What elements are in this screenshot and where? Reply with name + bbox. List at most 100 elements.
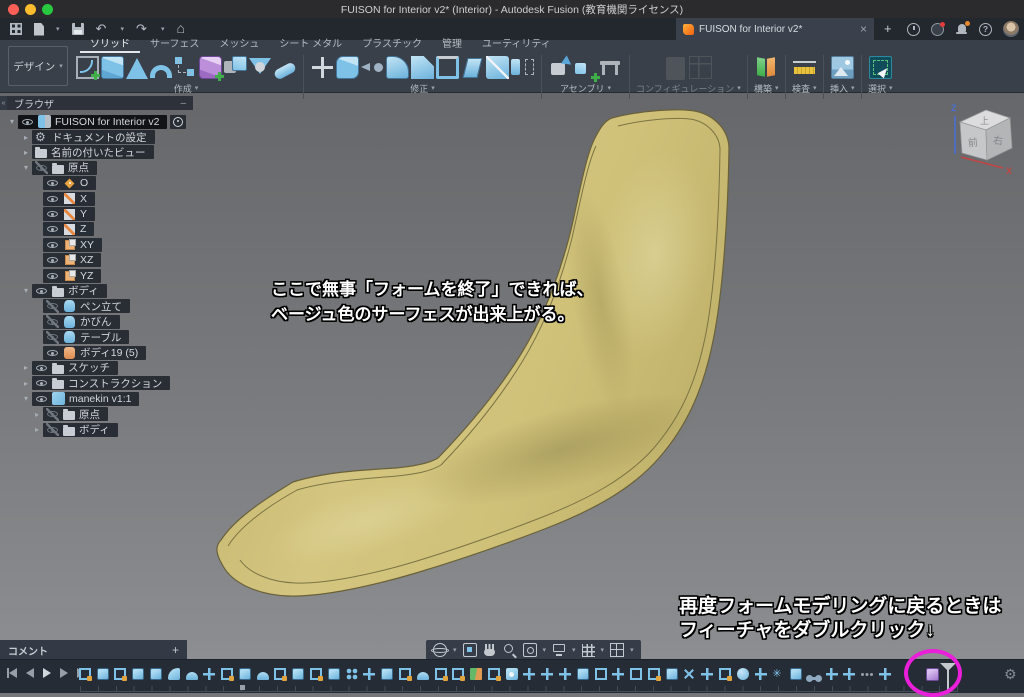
browser-item[interactable]: X <box>43 192 95 206</box>
redo-icon[interactable] <box>136 23 149 36</box>
timeline-feature-26-move-icon[interactable] <box>523 668 535 680</box>
workspace-selector[interactable]: デザイン ▾ <box>8 46 68 86</box>
eye-icon[interactable] <box>46 223 59 236</box>
pipe-icon[interactable] <box>273 61 297 80</box>
save-icon[interactable] <box>72 23 84 35</box>
construct-plane-icon[interactable] <box>755 56 778 79</box>
timeline-playhead[interactable] <box>940 663 956 692</box>
eye-icon[interactable] <box>46 238 59 251</box>
app-grid-icon[interactable] <box>10 23 22 35</box>
browser-item[interactable]: テーブル <box>43 330 129 344</box>
look-at-icon[interactable] <box>463 643 477 657</box>
activate-component-control[interactable] <box>170 115 186 129</box>
timeline-feature-10-body-icon[interactable] <box>239 668 251 680</box>
chevron-right-icon[interactable]: ▸ <box>20 379 32 388</box>
browser-item[interactable]: ドキュメントの設定 <box>32 130 155 144</box>
browser-item[interactable]: 原点 <box>43 407 108 421</box>
timeline-feature-32-frame-icon[interactable] <box>630 668 642 680</box>
eye-off-icon[interactable] <box>46 423 59 436</box>
chevron-down-icon[interactable]: ▾ <box>543 647 547 654</box>
viewport-3d[interactable]: Z X 上 前 右 ここで無事「フォームを終了」できれば、 ベージュ色のサーフェ… <box>0 92 1024 660</box>
group-dropdown-作成[interactable]: 作成▾ <box>174 82 199 95</box>
timeline-feature-3-sketch-icon[interactable] <box>114 668 126 680</box>
eye-icon[interactable] <box>35 377 48 390</box>
eye-icon[interactable] <box>35 284 48 297</box>
timeline-feature-45-dots-icon[interactable] <box>861 668 873 680</box>
browser-item[interactable]: XY <box>43 238 102 252</box>
timeline-ruler[interactable] <box>80 686 958 692</box>
extrude-icon[interactable] <box>101 56 124 79</box>
browser-item[interactable]: XZ <box>43 253 101 267</box>
eye-icon[interactable] <box>21 115 34 128</box>
timeline-feature-35-sparkle-icon[interactable] <box>681 666 698 683</box>
timeline-feature-23-planes-icon[interactable] <box>470 668 482 680</box>
browser-item[interactable]: ペン立て <box>43 299 130 313</box>
timeline-feature-44-move-icon[interactable] <box>843 668 855 680</box>
activate-radio-icon[interactable] <box>173 117 183 127</box>
press-pull-icon[interactable] <box>336 56 359 79</box>
hole-icon[interactable] <box>249 56 272 79</box>
tab-close-button[interactable]: × <box>860 23 867 35</box>
timeline-feature-46-move-icon[interactable] <box>879 668 891 680</box>
browser-item[interactable]: FUISON for Interior v2 <box>18 115 167 129</box>
timeline-feature-16-pattern-icon[interactable] <box>346 668 358 680</box>
move-icon[interactable] <box>311 56 334 79</box>
chevron-right-icon[interactable]: ▸ <box>20 148 32 157</box>
draft-icon[interactable] <box>463 58 483 78</box>
step-back-button[interactable] <box>26 668 34 678</box>
help-icon[interactable] <box>979 23 992 36</box>
eye-icon[interactable] <box>46 254 59 267</box>
timeline-feature-9-sketch-icon[interactable] <box>221 668 233 680</box>
group-dropdown-構築[interactable]: 構築▾ <box>754 82 779 95</box>
ribbon-tab-サーフェス[interactable]: サーフェス <box>140 39 209 53</box>
add-comment-button[interactable]: + <box>172 643 179 657</box>
group-dropdown-コンフィギュレーション[interactable]: コンフィギュレーション▾ <box>636 82 741 95</box>
timeline-feature-12-sketch-icon[interactable] <box>274 668 286 680</box>
timeline-feature-8-move-icon[interactable] <box>203 668 215 680</box>
browser-item[interactable]: かびん <box>43 315 120 329</box>
extensions-icon[interactable] <box>907 23 920 36</box>
chevron-down-icon[interactable]: ▾ <box>161 26 165 33</box>
eye-off-icon[interactable] <box>46 315 59 328</box>
timeline-feature-15-body-icon[interactable] <box>328 668 340 680</box>
timeline-feature-21-sketch-icon[interactable] <box>435 668 447 680</box>
group-dropdown-選択[interactable]: 選択▾ <box>868 82 893 95</box>
go-to-start-button[interactable] <box>7 668 17 678</box>
revolve-icon[interactable] <box>126 58 148 79</box>
browser-item[interactable]: ボディ19 (5) <box>43 346 146 360</box>
eye-off-icon[interactable] <box>35 161 48 174</box>
timeline-feature-36-move-icon[interactable] <box>701 668 713 680</box>
timeline-feature-14-sketch-icon[interactable] <box>310 668 322 680</box>
chevron-down-icon[interactable]: ▾ <box>572 647 576 654</box>
timeline-feature-1-sketch-icon[interactable] <box>79 668 91 680</box>
timeline-feature-22-sketch-icon[interactable] <box>452 668 464 680</box>
timeline-feature-5-body-icon[interactable] <box>150 668 162 680</box>
eye-icon[interactable] <box>46 192 59 205</box>
eye-off-icon[interactable] <box>46 300 59 313</box>
timeline-feature-18-body-icon[interactable] <box>381 668 393 680</box>
chevron-down-icon[interactable]: ▾ <box>630 647 634 654</box>
timeline-feature-2-body-icon[interactable] <box>97 668 109 680</box>
view-cube[interactable]: Z X 上 前 右 <box>946 96 1020 181</box>
chevron-right-icon[interactable]: ▸ <box>20 133 32 142</box>
combine-new-icon[interactable] <box>224 56 247 79</box>
ribbon-tab-プラスチック[interactable]: プラスチック <box>352 39 432 53</box>
chevron-right-icon[interactable]: ▸ <box>31 410 43 419</box>
create-sketch-icon[interactable] <box>76 56 99 79</box>
measure-icon[interactable] <box>793 56 816 79</box>
fit-icon[interactable] <box>523 643 537 657</box>
loft-icon[interactable] <box>174 56 197 79</box>
eye-icon[interactable] <box>46 208 59 221</box>
group-dropdown-検査[interactable]: 検査▾ <box>792 82 817 95</box>
chevron-down-icon[interactable]: ▾ <box>20 163 32 172</box>
timeline-feature-29-body-icon[interactable] <box>577 668 589 680</box>
timeline-feature-43-move-icon[interactable] <box>826 668 838 680</box>
timeline-feature-33-sketch-icon[interactable] <box>648 668 660 680</box>
timeline-feature-25-surface-icon[interactable] <box>506 668 518 680</box>
timeline-feature-13-body-icon[interactable] <box>292 668 304 680</box>
chevron-down-icon[interactable]: ▾ <box>56 26 60 33</box>
browser-item[interactable]: スケッチ <box>32 361 118 375</box>
browser-item[interactable]: コンストラクション <box>32 376 170 390</box>
timeline-settings-gear-icon[interactable] <box>1004 667 1018 681</box>
notifications-icon[interactable] <box>955 23 968 36</box>
